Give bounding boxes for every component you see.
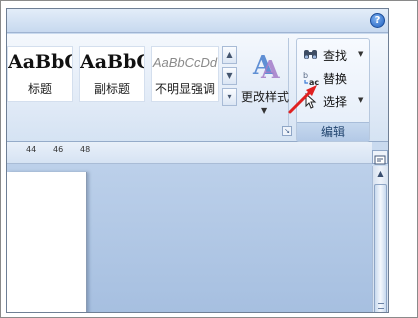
change-styles-label: 更改样式 xyxy=(240,90,289,104)
gallery-scroll-down-button[interactable]: ▼ xyxy=(222,67,237,85)
help-icon[interactable]: ? xyxy=(370,13,385,28)
editing-group-label: 编辑 xyxy=(297,122,369,141)
find-label: 查找 xyxy=(323,49,348,63)
gallery-scroll-up-button[interactable]: ▲ xyxy=(222,46,237,64)
word-window: ? AaBbC 标题 AaBbC 副标题 AaBbCcDd 不明显强调 ▲ ▼ … xyxy=(6,8,389,313)
dialog-launcher-icon[interactable]: ↘ xyxy=(282,126,292,136)
change-styles-icon: A A xyxy=(252,51,280,82)
screenshot-frame: ? AaBbC 标题 AaBbC 副标题 AaBbCcDd 不明显强调 ▲ ▼ … xyxy=(0,0,418,318)
scroll-up-button[interactable]: ▲ xyxy=(373,166,388,182)
svg-text:b: b xyxy=(303,71,308,80)
chevron-down-icon: ▼ xyxy=(358,50,364,58)
style-subtle-emphasis[interactable]: AaBbCcDd 不明显强调 xyxy=(151,46,219,102)
ruler-tick: 46 xyxy=(53,145,64,154)
style-subtitle[interactable]: AaBbC 副标题 xyxy=(79,46,145,102)
document-workspace xyxy=(7,164,372,312)
style-heading[interactable]: AaBbC 标题 xyxy=(7,46,73,102)
title-strip: ? xyxy=(7,9,388,33)
gallery-more-button[interactable]: ▾ xyxy=(222,88,237,106)
horizontal-ruler[interactable]: 44 46 48 xyxy=(7,142,372,164)
view-ruler-toggle-icon[interactable] xyxy=(372,150,388,165)
ruler-tick: 44 xyxy=(26,145,37,154)
chevron-down-icon: ▼ xyxy=(358,96,364,104)
scroll-thumb[interactable] xyxy=(374,184,387,312)
ruler-tick: 48 xyxy=(80,145,91,154)
ribbon: AaBbC 标题 AaBbC 副标题 AaBbCcDd 不明显强调 ▲ ▼ ▾ … xyxy=(7,34,388,142)
binoculars-icon xyxy=(304,50,317,59)
scroll-grip-icon xyxy=(378,303,384,309)
style-subtitle-sample: AaBbC xyxy=(80,51,144,73)
style-heading-sample: AaBbC xyxy=(8,51,72,73)
style-subtle-emphasis-sample: AaBbCcDd xyxy=(152,55,218,70)
change-styles-button[interactable]: A A 更改样式 ▼ xyxy=(239,44,291,130)
document-page[interactable] xyxy=(7,172,87,312)
styles-group: AaBbC 标题 AaBbC 副标题 AaBbCcDd 不明显强调 ▲ ▼ ▾ … xyxy=(7,38,292,136)
red-arrow-annotation xyxy=(287,81,321,119)
find-button[interactable]: 查找 ▼ xyxy=(303,45,365,65)
replace-label: 替换 xyxy=(323,72,348,86)
vertical-scrollbar[interactable]: ▲ xyxy=(372,166,388,312)
svg-text:A: A xyxy=(260,55,280,82)
style-subtitle-label: 副标题 xyxy=(93,82,130,96)
style-subtle-emphasis-label: 不明显强调 xyxy=(154,82,215,96)
style-heading-label: 标题 xyxy=(27,82,52,96)
select-label: 选择 xyxy=(323,95,348,109)
chevron-down-icon: ▼ xyxy=(261,106,268,115)
